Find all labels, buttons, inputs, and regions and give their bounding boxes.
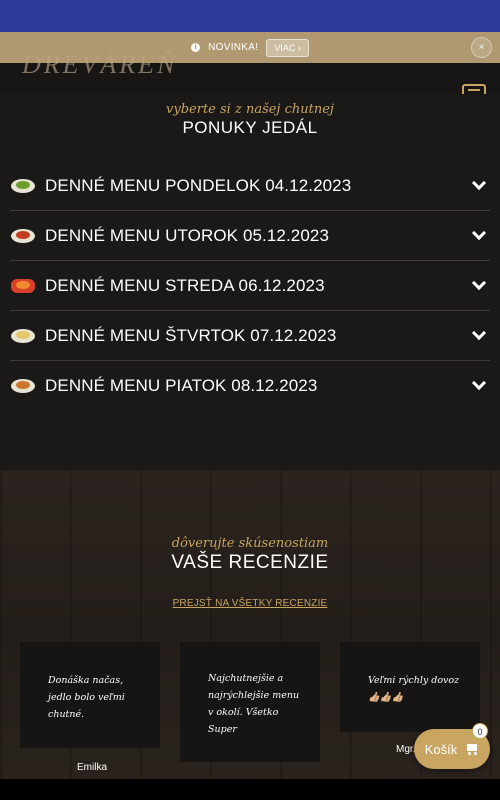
- notice-bar: i NOVINKA! VIAC › ×: [0, 32, 500, 63]
- review-text: Veľmi rýchly dovoz 👍🏼👍🏼👍🏼: [368, 675, 460, 703]
- menu-item-label: DENNÉ MENU UTOROK 05.12.2023: [45, 225, 330, 245]
- cart-label: Košík: [424, 741, 458, 757]
- menu-item-label: DENNÉ MENU PIATOK 08.12.2023: [45, 376, 318, 395]
- bottom-bar: [0, 779, 500, 800]
- review-text: Najchutnejšie a najrýchlejšie menu v oko…: [208, 673, 300, 735]
- lasagna-icon: [11, 379, 35, 393]
- menu-item-wednesday[interactable]: DENNÉ MENU STREDA 06.12.2023: [10, 261, 490, 311]
- menu-item-label: DENNÉ MENU PONDELOK 04.12.2023: [45, 175, 352, 195]
- info-icon: i: [191, 43, 201, 52]
- review-author: Mgr.: [396, 744, 416, 755]
- soup-icon: [11, 278, 35, 293]
- review-card: Najchutnejšie a najrýchlejšie menu v oko…: [180, 642, 320, 762]
- chevron-down-icon[interactable]: [471, 225, 487, 241]
- menu-section-subtitle: vyberte si z našej chutnej: [166, 102, 334, 117]
- menu-item-tuesday[interactable]: DENNÉ MENU UTOROK 05.12.2023: [10, 211, 490, 261]
- menu-list: DENNÉ MENU PONDELOK 04.12.2023 DENNÉ MEN…: [10, 161, 490, 411]
- menu-item-monday[interactable]: DENNÉ MENU PONDELOK 04.12.2023: [10, 161, 490, 211]
- chevron-down-icon[interactable]: [471, 175, 487, 191]
- review-card: Veľmi rýchly dovoz 👍🏼👍🏼👍🏼: [340, 642, 480, 732]
- top-bar: [0, 0, 500, 32]
- reviews-title: VAŠE RECENZIE: [171, 552, 329, 573]
- menu-item-friday[interactable]: DENNÉ MENU PIATOK 08.12.2023: [10, 361, 490, 411]
- menu-section: vyberte si z našej chutnej PONUKY JEDÁL …: [0, 94, 500, 470]
- reviews-subtitle: dôverujte skúsenostiam: [171, 536, 329, 551]
- menu-item-label: DENNÉ MENU STREDA 06.12.2023: [45, 275, 325, 295]
- chevron-down-icon[interactable]: [471, 375, 487, 391]
- notice-close-button[interactable]: ×: [471, 37, 492, 58]
- menu-item-thursday[interactable]: DENNÉ MENU ŠTVRTOK 07.12.2023: [10, 311, 490, 361]
- notice-more-button[interactable]: VIAC ›: [266, 38, 309, 57]
- salad-icon: [11, 178, 35, 193]
- review-text: Donáška načas, jedlo bolo veľmi chutné.: [48, 675, 125, 720]
- review-author: Emilka: [77, 762, 108, 773]
- cart-count-badge: 0: [472, 723, 488, 739]
- chevron-down-icon[interactable]: [471, 325, 487, 341]
- menu-item-label: DENNÉ MENU ŠTVRTOK 07.12.2023: [45, 325, 337, 345]
- pasta-icon: [11, 228, 35, 243]
- shopping-cart-icon: [465, 743, 479, 755]
- notice-text: NOVINKA!: [208, 42, 259, 53]
- rice-dish-icon: [11, 328, 35, 343]
- chevron-down-icon[interactable]: [471, 275, 487, 291]
- review-card: Donáška načas, jedlo bolo veľmi chutné.: [20, 642, 160, 748]
- menu-section-title: PONUKY JEDÁL: [182, 118, 318, 137]
- all-reviews-link[interactable]: PREJSŤ NA VŠETKY RECENZIE: [0, 598, 500, 609]
- cart-button[interactable]: Košík 0: [414, 723, 490, 769]
